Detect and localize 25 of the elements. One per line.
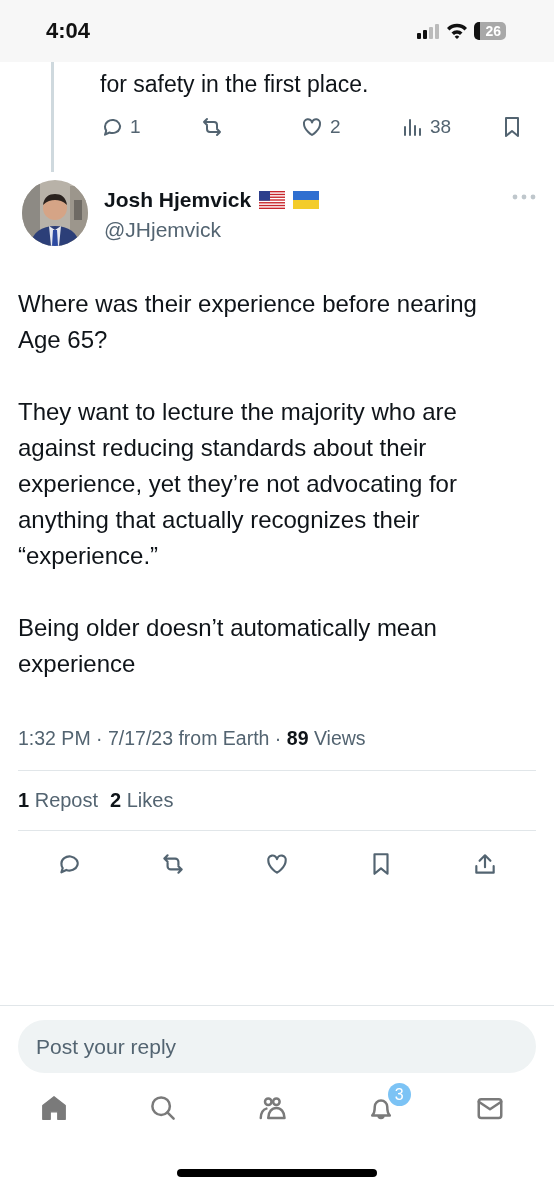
author-name[interactable]: Josh Hjemvick [104, 188, 252, 212]
notification-badge: 3 [387, 1083, 411, 1106]
heart-icon[interactable] [264, 851, 290, 877]
author-handle[interactable]: @JHjemvick [104, 218, 320, 242]
share-icon[interactable] [472, 851, 498, 877]
post-paragraph: Being older doesn’t automatically mean experience [18, 613, 438, 679]
post-meta: 1:32 PM · 7/17/23 from Earth · 89 Views [18, 727, 366, 749]
action-count: 2 [330, 116, 341, 138]
engagement-count[interactable]: 2 Likes [110, 789, 174, 812]
repost-icon[interactable] [160, 851, 186, 877]
post-paragraph: They want to lecture the majority who are against reducing standards about their experience, yet they’re not advocating for anything that actually recognizes their “experience.” [18, 397, 458, 571]
repost-icon[interactable] [200, 115, 224, 139]
heart-icon[interactable] [300, 115, 324, 139]
action-count: 38 [430, 116, 452, 138]
engagement-count[interactable]: 1 Repost [18, 789, 99, 812]
wifi-icon [446, 23, 469, 39]
post-paragraph: Where was their experience before nearing Age 65? [18, 289, 478, 355]
clock: 4:04 [46, 18, 91, 44]
flag-icon [259, 191, 286, 209]
flag-icon [293, 191, 320, 209]
post-text: for safety in the first place. [100, 70, 370, 99]
battery-icon: 26 [474, 22, 506, 40]
reply-field[interactable]: Post your reply [18, 1020, 536, 1073]
signal-icon [416, 23, 441, 39]
action-count: 1 [130, 116, 141, 138]
